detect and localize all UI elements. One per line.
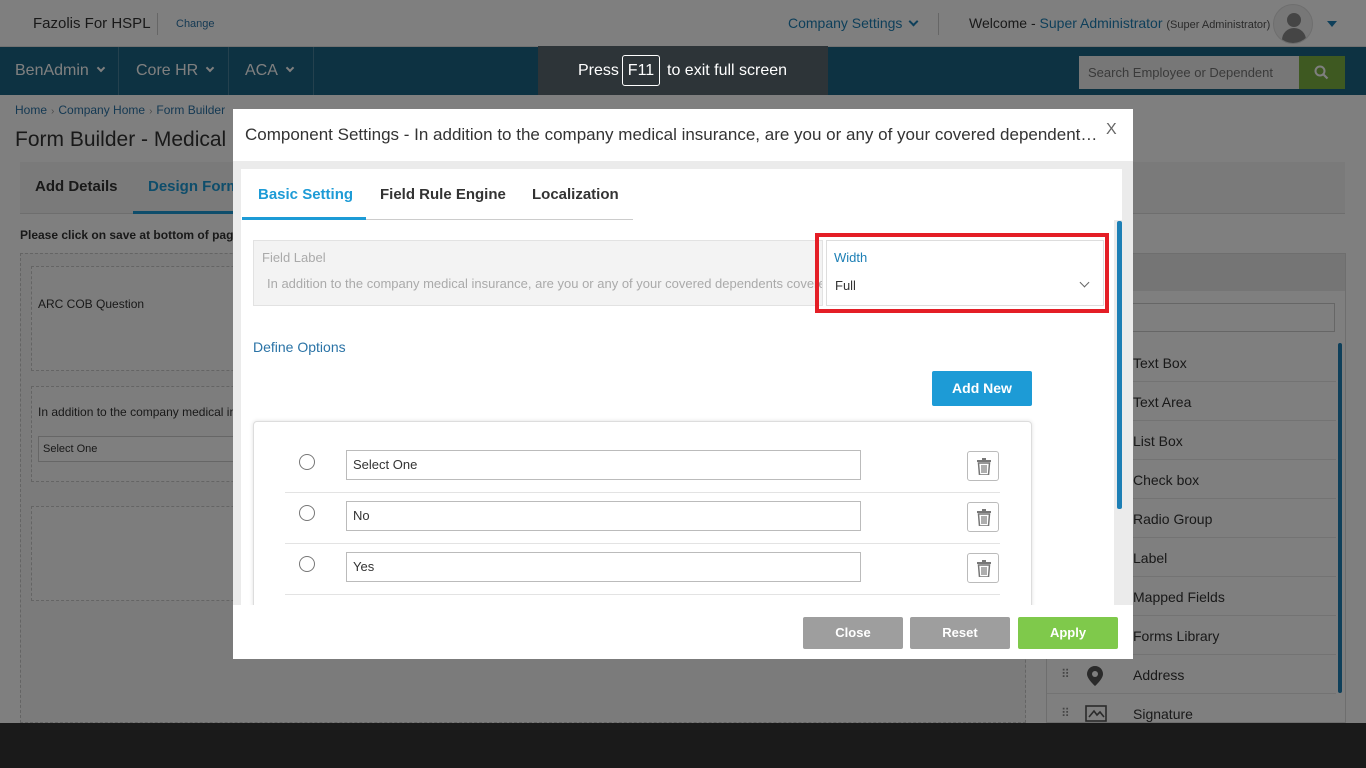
apply-button[interactable]: Apply <box>1018 617 1118 649</box>
trash-icon <box>977 509 991 526</box>
highlight-box <box>815 233 1109 313</box>
field-label-caption: Field Label <box>262 250 326 265</box>
fullscreen-banner: Press F11 to exit full screen <box>538 46 828 95</box>
reset-button[interactable]: Reset <box>910 617 1010 649</box>
option-row: No <box>285 493 1000 544</box>
trash-icon <box>977 560 991 577</box>
tab-localization[interactable]: Localization <box>532 186 619 203</box>
close-icon[interactable]: X <box>1106 121 1117 139</box>
modal-body: Basic Setting Field Rule Engine Localiza… <box>233 161 1133 605</box>
field-label-input[interactable]: Field Label In addition to the company m… <box>253 240 823 306</box>
delete-option-button[interactable] <box>967 451 999 481</box>
option-default-radio[interactable] <box>299 556 315 572</box>
trash-icon <box>977 458 991 475</box>
basic-setting-panel: Field Label In addition to the company m… <box>241 220 1114 605</box>
close-button[interactable]: Close <box>803 617 903 649</box>
tab-basic-setting[interactable]: Basic Setting <box>258 186 353 203</box>
option-default-radio[interactable] <box>299 454 315 470</box>
delete-option-button[interactable] <box>967 502 999 532</box>
component-settings-modal: Component Settings - In addition to the … <box>233 109 1133 659</box>
fullscreen-prefix: Press <box>578 62 619 79</box>
option-default-radio[interactable] <box>299 505 315 521</box>
fullscreen-key: F11 <box>622 55 660 86</box>
option-row: Yes <box>285 544 1000 595</box>
modal-scrollbar[interactable] <box>1117 221 1122 509</box>
fullscreen-suffix: to exit full screen <box>667 62 788 79</box>
delete-option-button[interactable] <box>967 553 999 583</box>
taskbar <box>0 723 1366 768</box>
option-value-input[interactable]: Select One <box>346 450 861 480</box>
modal-tabs: Basic Setting Field Rule Engine Localiza… <box>241 169 1122 220</box>
modal-title: Component Settings - In addition to the … <box>245 125 1100 144</box>
option-value-input[interactable]: No <box>346 501 861 531</box>
define-options-label: Define Options <box>253 339 346 355</box>
add-new-button[interactable]: Add New <box>932 371 1032 406</box>
modal-footer: Close Reset Apply <box>233 605 1133 659</box>
option-value-input[interactable]: Yes <box>346 552 861 582</box>
field-label-value: In addition to the company medical insur… <box>267 276 822 291</box>
option-row: Select One <box>285 442 1000 493</box>
options-list: Select One No Yes <box>253 421 1032 605</box>
tab-field-rule-engine[interactable]: Field Rule Engine <box>380 186 506 203</box>
